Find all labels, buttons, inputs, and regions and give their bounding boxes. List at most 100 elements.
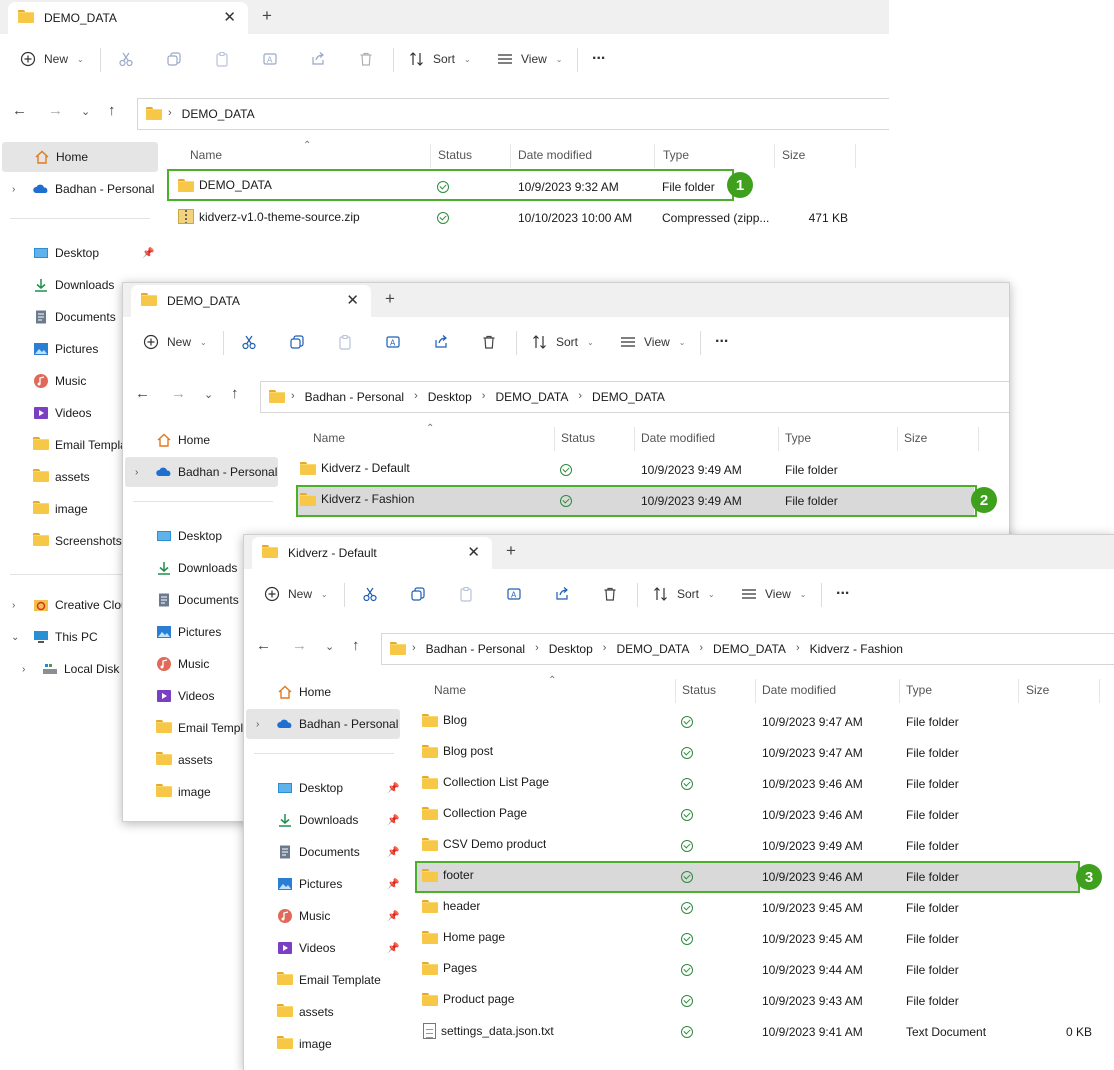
close-tab-icon[interactable]: ✕ bbox=[223, 8, 236, 26]
pin-icon[interactable]: 📌 bbox=[387, 815, 399, 826]
more-options-button[interactable]: ... bbox=[715, 325, 728, 351]
nav-assets[interactable]: assets bbox=[33, 462, 90, 492]
nav-home[interactable]: Home bbox=[156, 425, 210, 455]
file-row[interactable]: Product page 10/9/2023 9:43 AM File fold… bbox=[402, 985, 1114, 1016]
column-separator[interactable] bbox=[634, 427, 635, 451]
nav-documents[interactable]: Documents bbox=[33, 302, 116, 332]
nav-home[interactable]: Home bbox=[2, 142, 158, 172]
nav-pictures[interactable]: Pictures bbox=[33, 334, 98, 364]
close-tab-icon[interactable]: ✕ bbox=[346, 291, 359, 309]
breadcrumb-item[interactable]: Kidverz - Fashion bbox=[810, 642, 903, 656]
delete-button[interactable] bbox=[358, 46, 374, 72]
nav-onedrive[interactable]: Badhan - Personal bbox=[246, 709, 400, 739]
file-row[interactable]: header 10/9/2023 9:45 AM File folder bbox=[402, 892, 1114, 923]
column-date-modified[interactable]: Date modified bbox=[641, 431, 715, 455]
nav-videos[interactable]: Videos bbox=[277, 933, 335, 963]
view-button[interactable]: View ⌄ bbox=[497, 46, 563, 72]
address-bar[interactable]: › Badhan - Personal › Desktop › DEMO_DAT… bbox=[260, 381, 1009, 413]
file-row[interactable]: Collection Page 10/9/2023 9:46 AM File f… bbox=[402, 799, 1114, 830]
column-separator[interactable] bbox=[899, 679, 900, 703]
file-row[interactable]: Home page 10/9/2023 9:45 AM File folder bbox=[402, 923, 1114, 954]
address-bar[interactable]: › DEMO_DATA bbox=[137, 98, 889, 130]
tab-demo-data[interactable]: DEMO_DATA ✕ bbox=[131, 285, 371, 317]
nav-videos[interactable]: Videos bbox=[156, 681, 214, 711]
new-tab-icon[interactable]: + bbox=[385, 289, 395, 309]
nav-assets[interactable]: assets bbox=[277, 997, 334, 1027]
column-size[interactable]: Size bbox=[782, 148, 805, 172]
breadcrumb-item[interactable]: DEMO_DATA bbox=[592, 390, 665, 404]
nav-downloads[interactable]: Downloads bbox=[277, 805, 358, 835]
breadcrumb-item[interactable]: DEMO_DATA bbox=[495, 390, 568, 404]
nav-documents[interactable]: Documents bbox=[156, 585, 239, 615]
nav-desktop[interactable]: Desktop bbox=[277, 773, 343, 803]
column-separator[interactable] bbox=[554, 427, 555, 451]
pin-icon[interactable]: 📌 bbox=[387, 847, 399, 858]
nav-screenshots[interactable]: Screenshots bbox=[33, 526, 122, 556]
column-separator[interactable] bbox=[774, 144, 775, 168]
nav-music[interactable]: Music bbox=[33, 366, 86, 396]
nav-creative-cloud[interactable]: Creative Clou bbox=[33, 590, 128, 620]
nav-email-template[interactable]: Email Templa bbox=[156, 713, 250, 743]
column-separator[interactable] bbox=[778, 427, 779, 451]
column-size[interactable]: Size bbox=[904, 431, 927, 455]
share-button[interactable] bbox=[433, 329, 449, 355]
pin-icon[interactable]: 📌 bbox=[387, 783, 399, 794]
file-row[interactable]: settings_data.json.txt 10/9/2023 9:41 AM… bbox=[402, 1016, 1114, 1047]
close-tab-icon[interactable]: ✕ bbox=[467, 543, 480, 561]
new-button[interactable]: New ⌄ bbox=[143, 329, 207, 355]
sort-button[interactable]: Sort ⌄ bbox=[653, 581, 715, 607]
nav-pictures[interactable]: Pictures bbox=[156, 617, 221, 647]
expand-chevron-icon[interactable]: › bbox=[12, 600, 15, 611]
cut-button[interactable] bbox=[362, 581, 378, 607]
breadcrumb-item[interactable]: Desktop bbox=[428, 390, 472, 404]
nav-desktop[interactable]: Desktop bbox=[33, 238, 99, 268]
paste-button[interactable] bbox=[214, 46, 230, 72]
delete-button[interactable] bbox=[602, 581, 618, 607]
column-name[interactable]: Name bbox=[434, 683, 466, 707]
column-separator[interactable] bbox=[510, 144, 511, 168]
share-button[interactable] bbox=[310, 46, 326, 72]
more-options-button[interactable]: ... bbox=[836, 577, 849, 603]
new-tab-icon[interactable]: + bbox=[262, 6, 272, 26]
nav-image[interactable]: image bbox=[156, 777, 211, 807]
new-button[interactable]: New ⌄ bbox=[20, 46, 84, 72]
column-size[interactable]: Size bbox=[1026, 683, 1049, 707]
up-arrow-icon[interactable]: ↑ bbox=[231, 385, 239, 402]
column-type[interactable]: Type bbox=[785, 431, 811, 455]
copy-button[interactable] bbox=[289, 329, 305, 355]
column-separator[interactable] bbox=[1018, 679, 1019, 703]
nav-pictures[interactable]: Pictures bbox=[277, 869, 342, 899]
nav-home[interactable]: Home bbox=[277, 677, 331, 707]
paste-button[interactable] bbox=[337, 329, 353, 355]
breadcrumb-item[interactable]: Desktop bbox=[549, 642, 593, 656]
column-name[interactable]: Name bbox=[313, 431, 345, 455]
recent-chevron-icon[interactable]: ⌄ bbox=[204, 388, 213, 401]
breadcrumb-item[interactable]: Badhan - Personal bbox=[305, 390, 404, 404]
pin-icon[interactable]: 📌 bbox=[387, 943, 399, 954]
view-button[interactable]: View ⌄ bbox=[741, 581, 807, 607]
expand-chevron-icon[interactable]: › bbox=[135, 467, 138, 478]
up-arrow-icon[interactable]: ↑ bbox=[352, 637, 360, 654]
column-separator[interactable] bbox=[654, 144, 655, 168]
delete-button[interactable] bbox=[481, 329, 497, 355]
nav-downloads[interactable]: Downloads bbox=[33, 270, 114, 300]
nav-music[interactable]: Music bbox=[277, 901, 330, 931]
nav-email-template[interactable]: Email Templa bbox=[33, 430, 127, 460]
nav-onedrive[interactable]: Badhan - Personal bbox=[33, 174, 154, 204]
recent-chevron-icon[interactable]: ⌄ bbox=[81, 105, 90, 118]
breadcrumb-item[interactable]: DEMO_DATA bbox=[182, 107, 255, 121]
pin-icon[interactable]: 📌 bbox=[387, 879, 399, 890]
forward-arrow-icon[interactable]: → bbox=[292, 637, 307, 654]
cut-button[interactable] bbox=[118, 46, 134, 72]
nav-local-disk[interactable]: Local Disk ( bbox=[42, 654, 127, 684]
breadcrumb-item[interactable]: DEMO_DATA bbox=[713, 642, 786, 656]
column-status[interactable]: Status bbox=[682, 683, 716, 707]
tab-kidverz-default[interactable]: Kidverz - Default ✕ bbox=[252, 537, 492, 569]
view-button[interactable]: View ⌄ bbox=[620, 329, 686, 355]
column-type[interactable]: Type bbox=[906, 683, 932, 707]
expand-chevron-icon[interactable]: › bbox=[22, 664, 25, 675]
new-button[interactable]: New ⌄ bbox=[264, 581, 328, 607]
file-row[interactable]: kidverz-v1.0-theme-source.zip 10/10/2023… bbox=[159, 202, 889, 233]
more-options-button[interactable]: ... bbox=[592, 42, 605, 68]
file-row[interactable]: Pages 10/9/2023 9:44 AM File folder bbox=[402, 954, 1114, 985]
